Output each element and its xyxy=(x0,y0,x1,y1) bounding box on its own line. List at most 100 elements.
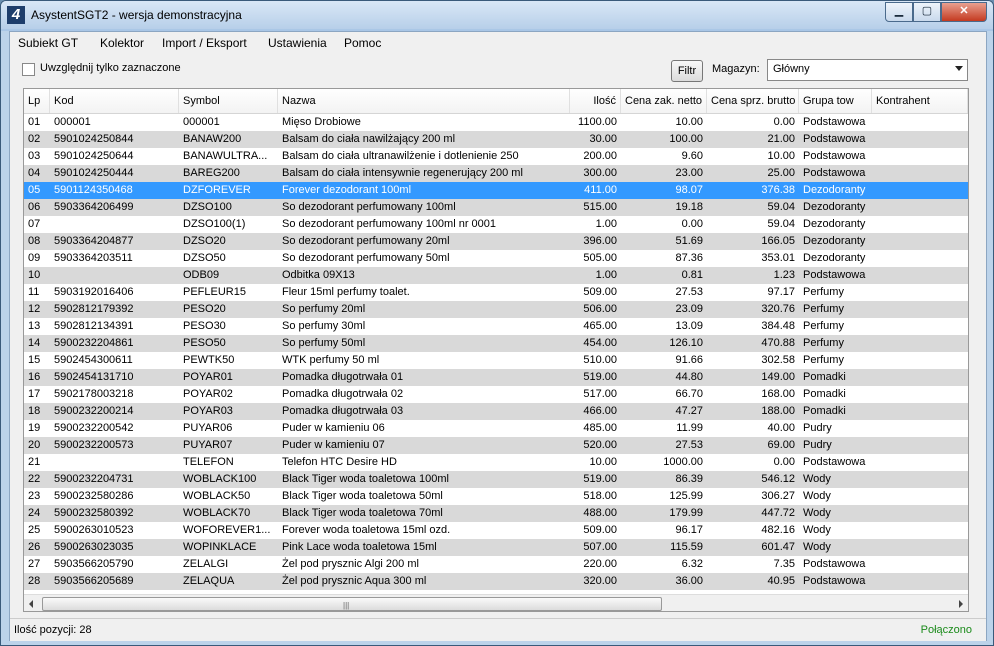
cell-cena-zak: 13.09 xyxy=(675,320,703,332)
col-kod[interactable]: Kod xyxy=(50,89,179,113)
cell-symbol: POYAR03 xyxy=(183,405,233,417)
products-grid[interactable]: Lp Kod Symbol Nazwa Ilość Cena zak. nett… xyxy=(23,88,969,612)
col-nazwa[interactable]: Nazwa xyxy=(278,89,570,113)
col-ilosc[interactable]: Ilość xyxy=(570,89,621,113)
cell-cena-zak: 91.66 xyxy=(675,354,703,366)
table-row[interactable]: 15 5902454300611 PEWTK50 WTK perfumy 50 ml 5… xyxy=(24,352,968,369)
table-row[interactable]: 14 5900232204861 PESO50 So perfumy 50ml 454.… xyxy=(24,335,968,352)
minimize-icon: ▁ xyxy=(894,5,904,17)
table-row[interactable]: 06 5903364206499 DZSO100 So dezodorant perf… xyxy=(24,199,968,216)
menu-import-eksport[interactable]: Import / Eksport xyxy=(162,36,247,50)
cell-cena-sprz: 353.01 xyxy=(761,252,795,264)
window-controls: ▁ ▢ ✕ xyxy=(885,2,987,22)
col-kontrahent[interactable]: Kontrahent xyxy=(872,89,968,113)
cell-grupa: Perfumy xyxy=(803,320,844,332)
menu-pomoc[interactable]: Pomoc xyxy=(344,36,381,50)
table-row[interactable]: 02 5901024250844 BANAW200 Balsam do ciała n… xyxy=(24,131,968,148)
cell-lp: 16 xyxy=(28,371,41,383)
only-selected-label[interactable]: Uwzględnij tylko zaznaczone xyxy=(40,62,181,74)
table-row[interactable]: 20 5900232200573 PUYAR07 Puder w kamieniu 0… xyxy=(24,437,968,454)
table-row[interactable]: 23 5900232580286 WOBLACK50 Black Tiger woda… xyxy=(24,488,968,505)
cell-cena-zak: 125.99 xyxy=(669,490,703,502)
col-symbol[interactable]: Symbol xyxy=(179,89,278,113)
cell-symbol: WOFOREVER1... xyxy=(183,524,271,536)
table-row[interactable]: 09 5903364203511 DZSO50 So dezodorant perfu… xyxy=(24,250,968,267)
cell-symbol: DZSO20 xyxy=(183,235,226,247)
col-grupa[interactable]: Grupa tow xyxy=(799,89,872,113)
maximize-button[interactable]: ▢ xyxy=(913,2,941,22)
cell-kontrahent xyxy=(872,233,968,250)
close-button[interactable]: ✕ xyxy=(941,2,987,22)
filter-button[interactable]: Filtr xyxy=(671,60,703,82)
cell-nazwa: So dezodorant perfumowany 100ml xyxy=(282,201,456,213)
scroll-right-icon[interactable] xyxy=(959,600,963,608)
cell-kod xyxy=(50,216,179,233)
col-lp[interactable]: Lp xyxy=(24,89,50,113)
cell-kontrahent xyxy=(872,182,968,199)
table-row[interactable]: 01 000001 000001 Mięso Drobiowe 1100.00 10.00… xyxy=(24,114,968,131)
table-row[interactable]: 17 5902178003218 POYAR02 Pomadka długotrwał… xyxy=(24,386,968,403)
cell-kod: 5902178003218 xyxy=(54,388,134,400)
cell-nazwa: So dezodorant perfumowany 100ml nr 0001 xyxy=(282,218,497,230)
table-row[interactable]: 04 5901024250444 BAREG200 Balsam do ciała i… xyxy=(24,165,968,182)
table-row[interactable]: 12 5902812179392 PESO20 So perfumy 20ml 506.… xyxy=(24,301,968,318)
cell-lp: 11 xyxy=(28,286,40,298)
cell-nazwa: Forever dezodorant 100ml xyxy=(282,184,412,196)
col-cena-zak[interactable]: Cena zak. netto xyxy=(621,89,707,113)
menu-ustawienia[interactable]: Ustawienia xyxy=(268,36,327,50)
cell-symbol: DZSO50 xyxy=(183,252,226,264)
scroll-left-icon[interactable] xyxy=(29,600,33,608)
cell-lp: 05 xyxy=(28,184,41,196)
table-row[interactable]: 28 5903566205689 ZELAQUA Żel pod prysznic A… xyxy=(24,573,968,590)
table-row[interactable]: 22 5900232204731 WOBLACK100 Black Tiger wod… xyxy=(24,471,968,488)
warehouse-select[interactable]: Główny xyxy=(767,59,968,81)
chevron-down-icon[interactable] xyxy=(955,66,963,71)
table-row[interactable]: 05 5901124350468 DZFOREVER Forever dezodora… xyxy=(24,182,968,199)
cell-cena-zak: 0.81 xyxy=(681,269,703,281)
table-row[interactable]: 11 5903192016406 PEFLEUR15 Fleur 15ml perfu… xyxy=(24,284,968,301)
table-row[interactable]: 25 5900263010523 WOFOREVER1... Forever woda… xyxy=(24,522,968,539)
cell-ilosc: 488.00 xyxy=(583,507,617,519)
table-row[interactable]: 03 5901024250644 BANAWULTRA... Balsam do ci… xyxy=(24,148,968,165)
cell-kod: 5900232200542 xyxy=(54,422,134,434)
app-window: 4 AsystentSGT2 - wersja demonstracyjna ▁… xyxy=(0,0,994,646)
table-row[interactable]: 19 5900232200542 PUYAR06 Puder w kamieniu 0… xyxy=(24,420,968,437)
cell-kontrahent xyxy=(872,267,968,284)
cell-symbol: 000001 xyxy=(183,116,220,128)
menu-kolektor[interactable]: Kolektor xyxy=(100,36,144,50)
scrollbar-thumb[interactable]: ||| xyxy=(42,597,662,611)
table-row[interactable]: 26 5900263023035 WOPINKLACE Pink Lace woda … xyxy=(24,539,968,556)
table-row[interactable]: 27 5903566205790 ZELALGI Żel pod prysznic A… xyxy=(24,556,968,573)
cell-lp: 09 xyxy=(28,252,41,264)
cell-kod xyxy=(50,454,179,471)
table-row[interactable]: 24 5900232580392 WOBLACK70 Black Tiger woda… xyxy=(24,505,968,522)
title-bar[interactable]: 4 AsystentSGT2 - wersja demonstracyjna ▁… xyxy=(1,1,993,29)
cell-nazwa: Mięso Drobiowe xyxy=(282,116,361,128)
only-selected-checkbox[interactable] xyxy=(22,63,35,76)
cell-lp: 06 xyxy=(28,201,41,213)
table-row[interactable]: 08 5903364204877 DZSO20 So dezodorant perfu… xyxy=(24,233,968,250)
cell-grupa: Perfumy xyxy=(803,286,844,298)
table-row[interactable]: 10 ODB09 Odbitka 09X13 1.00 0.81 1.23 Podstawo… xyxy=(24,267,968,284)
table-row[interactable]: 07 DZSO100(1) So dezodorant perfumowany 10… xyxy=(24,216,968,233)
cell-cena-zak: 1000.00 xyxy=(663,456,703,468)
cell-symbol: BANAW200 xyxy=(183,133,242,145)
cell-ilosc: 509.00 xyxy=(583,524,617,536)
horizontal-scrollbar[interactable]: ||| xyxy=(24,594,968,611)
table-row[interactable]: 18 5900232200214 POYAR03 Pomadka długotrwał… xyxy=(24,403,968,420)
cell-cena-sprz: 470.88 xyxy=(761,337,795,349)
cell-symbol: DZSO100(1) xyxy=(183,218,246,230)
table-row[interactable]: 13 5902812134391 PESO30 So perfumy 30ml 465.… xyxy=(24,318,968,335)
menu-subiekt-gt[interactable]: Subiekt GT xyxy=(18,36,78,50)
cell-cena-sprz: 10.00 xyxy=(767,150,795,162)
cell-nazwa: Forever woda toaletowa 15ml ozd. xyxy=(282,524,451,536)
col-cena-sprz[interactable]: Cena sprz. brutto xyxy=(707,89,799,113)
cell-cena-zak: 86.39 xyxy=(675,473,703,485)
table-row[interactable]: 21 TELEFON Telefon HTC Desire HD 10.00 1000.… xyxy=(24,454,968,471)
cell-kod: 5902812179392 xyxy=(54,303,134,315)
cell-cena-sprz: 0.00 xyxy=(773,456,795,468)
minimize-button[interactable]: ▁ xyxy=(885,2,913,22)
table-row[interactable]: 16 5902454131710 POYAR01 Pomadka długotrwał… xyxy=(24,369,968,386)
cell-kontrahent xyxy=(872,420,968,437)
cell-symbol: TELEFON xyxy=(183,456,234,468)
